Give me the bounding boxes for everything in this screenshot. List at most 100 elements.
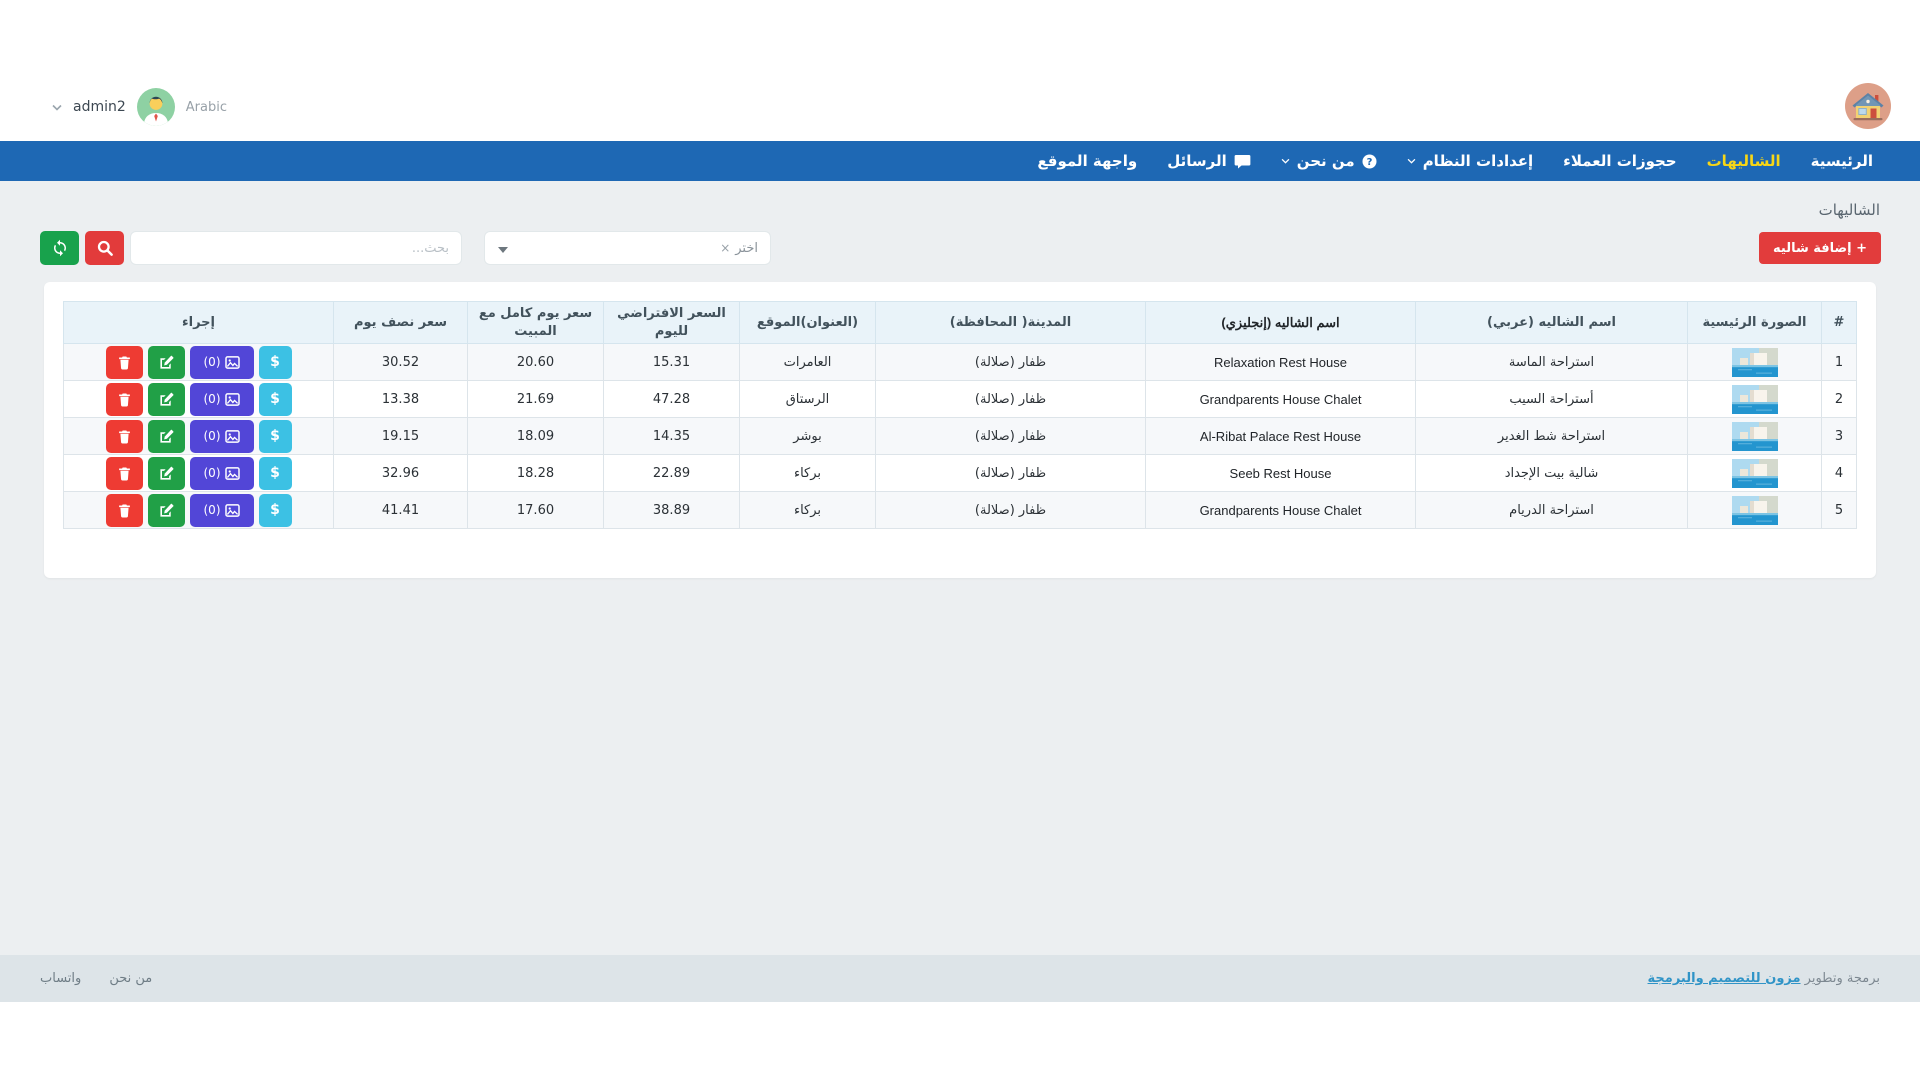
nav-item-system-settings[interactable]: ? إعدادات النظام (1407, 152, 1533, 170)
pencil-square-icon (159, 355, 174, 370)
cell-row-number: 2 (1822, 381, 1857, 418)
edit-button[interactable] (148, 383, 185, 416)
footer-link-about[interactable]: من نحن (109, 971, 152, 986)
price-button[interactable]: $ (259, 457, 292, 490)
images-icon (225, 393, 240, 406)
price-button[interactable]: $ (259, 383, 292, 416)
photos-count-badge: (0) (204, 466, 221, 480)
row-action-buttons: (0) $ (70, 457, 327, 490)
photos-count-badge: (0) (204, 392, 221, 406)
cell-actions: (0) $ (64, 492, 334, 529)
pencil-square-icon (159, 466, 174, 481)
pencil-square-icon (159, 503, 174, 518)
cell-row-number: 1 (1822, 344, 1857, 381)
nav-item-client-bookings[interactable]: ? حجوزات العملاء (1563, 152, 1676, 170)
bottom-spacer (0, 1002, 1920, 1080)
photos-button[interactable]: (0) (190, 457, 254, 490)
cell-full-day-price: 21.69 (468, 381, 604, 418)
chevron-down-icon (52, 104, 62, 111)
cell-actions: (0) $ (64, 418, 334, 455)
cell-default-price: 14.35 (604, 418, 740, 455)
cell-main-image (1688, 381, 1822, 418)
add-chalet-button[interactable]: + إضافة شاليه (1759, 232, 1881, 264)
chalet-thumbnail[interactable] (1732, 422, 1778, 451)
nav-item-label: الرسائل (1167, 152, 1227, 170)
photos-button[interactable]: (0) (190, 346, 254, 379)
table-row: 5 استراحة الدريام Grandparents House Cha… (64, 492, 1857, 529)
column-header-name_ar: اسم الشاليه (عربي) (1416, 302, 1688, 344)
username-label[interactable]: admin2 (73, 99, 126, 115)
filter-select[interactable]: اختر × (484, 231, 771, 265)
trash-icon (118, 355, 131, 370)
cell-actions: (0) $ (64, 344, 334, 381)
cell-name-english: Relaxation Rest House (1146, 344, 1416, 381)
delete-button[interactable] (106, 383, 143, 416)
cell-default-price: 38.89 (604, 492, 740, 529)
page-title: الشاليهات (1819, 201, 1880, 219)
user-menu[interactable]: admin2 Arabic (52, 88, 227, 126)
images-icon (225, 467, 240, 480)
delete-button[interactable] (106, 346, 143, 379)
cell-name-arabic: شالية بيت الإجداد (1416, 455, 1688, 492)
chalet-thumbnail[interactable] (1732, 348, 1778, 377)
chalet-thumbnail[interactable] (1732, 496, 1778, 525)
cell-main-image (1688, 455, 1822, 492)
clear-selection-icon[interactable]: × (720, 242, 730, 254)
search-input[interactable] (130, 231, 462, 265)
cell-name-english: Seeb Rest House (1146, 455, 1416, 492)
cell-city-governorate: ظفار (صلالة) (876, 344, 1146, 381)
nav-item-about-us[interactable]: ? من نحن (1281, 152, 1377, 170)
delete-button[interactable] (106, 420, 143, 453)
cell-full-day-price: 20.60 (468, 344, 604, 381)
table-header-row: #الصورة الرئيسيةاسم الشاليه (عربي)اسم ال… (64, 302, 1857, 344)
house-logo-icon[interactable] (1844, 82, 1892, 130)
delete-button[interactable] (106, 457, 143, 490)
nav-item-messages[interactable]: ? الرسائل (1167, 152, 1251, 170)
language-label[interactable]: Arabic (186, 100, 227, 115)
edit-button[interactable] (148, 457, 185, 490)
price-button[interactable]: $ (259, 420, 292, 453)
nav-item-home[interactable]: ? الرئيسية (1811, 152, 1873, 170)
chevron-down-icon (1407, 158, 1416, 164)
cell-name-english: Al-Ribat Palace Rest House (1146, 418, 1416, 455)
footer-link-whatsapp[interactable]: واتساب (40, 971, 81, 986)
pencil-square-icon (159, 429, 174, 444)
photos-button[interactable]: (0) (190, 494, 254, 527)
chalet-thumbnail[interactable] (1732, 385, 1778, 414)
photos-button[interactable]: (0) (190, 420, 254, 453)
nav-item-label: إعدادات النظام (1423, 152, 1533, 170)
cell-name-arabic: استراحة الدريام (1416, 492, 1688, 529)
trash-icon (118, 429, 131, 444)
nav-item-chalets[interactable]: ? الشاليهات (1707, 152, 1781, 170)
table-body: 1 استراحة الماسة Relaxation Rest House ظ… (64, 344, 1857, 529)
trash-icon (118, 392, 131, 407)
cell-default-price: 15.31 (604, 344, 740, 381)
edit-button[interactable] (148, 346, 185, 379)
column-header-city: المدينة( المحافظة) (876, 302, 1146, 344)
user-avatar-icon[interactable] (137, 88, 175, 126)
cell-location: الرستاق (740, 381, 876, 418)
search-button[interactable] (85, 231, 124, 265)
price-button[interactable]: $ (259, 346, 292, 379)
cell-name-english: Grandparents House Chalet (1146, 381, 1416, 418)
top-header: admin2 Arabic (0, 0, 1920, 141)
chalet-thumbnail[interactable] (1732, 459, 1778, 488)
refresh-button[interactable] (40, 231, 79, 265)
cell-default-price: 47.28 (604, 381, 740, 418)
developer-link[interactable]: مزون للتصميم والبرمجة (1648, 971, 1801, 986)
photos-button[interactable]: (0) (190, 383, 254, 416)
delete-button[interactable] (106, 494, 143, 527)
nav-item-site-frontend[interactable]: ? واجهة الموقع (1037, 152, 1137, 170)
chat-icon (1234, 154, 1251, 169)
edit-button[interactable] (148, 494, 185, 527)
question-circle-icon: ? (1362, 154, 1377, 169)
cell-city-governorate: ظفار (صلالة) (876, 492, 1146, 529)
cell-half-day-price: 30.52 (334, 344, 468, 381)
footer-links: من نحن واتساب (40, 971, 152, 986)
photos-count-badge: (0) (204, 503, 221, 517)
price-button[interactable]: $ (259, 494, 292, 527)
column-header-price_full: سعر يوم كامل مع المبيت (468, 302, 604, 344)
edit-button[interactable] (148, 420, 185, 453)
trash-icon (118, 466, 131, 481)
cell-row-number: 3 (1822, 418, 1857, 455)
